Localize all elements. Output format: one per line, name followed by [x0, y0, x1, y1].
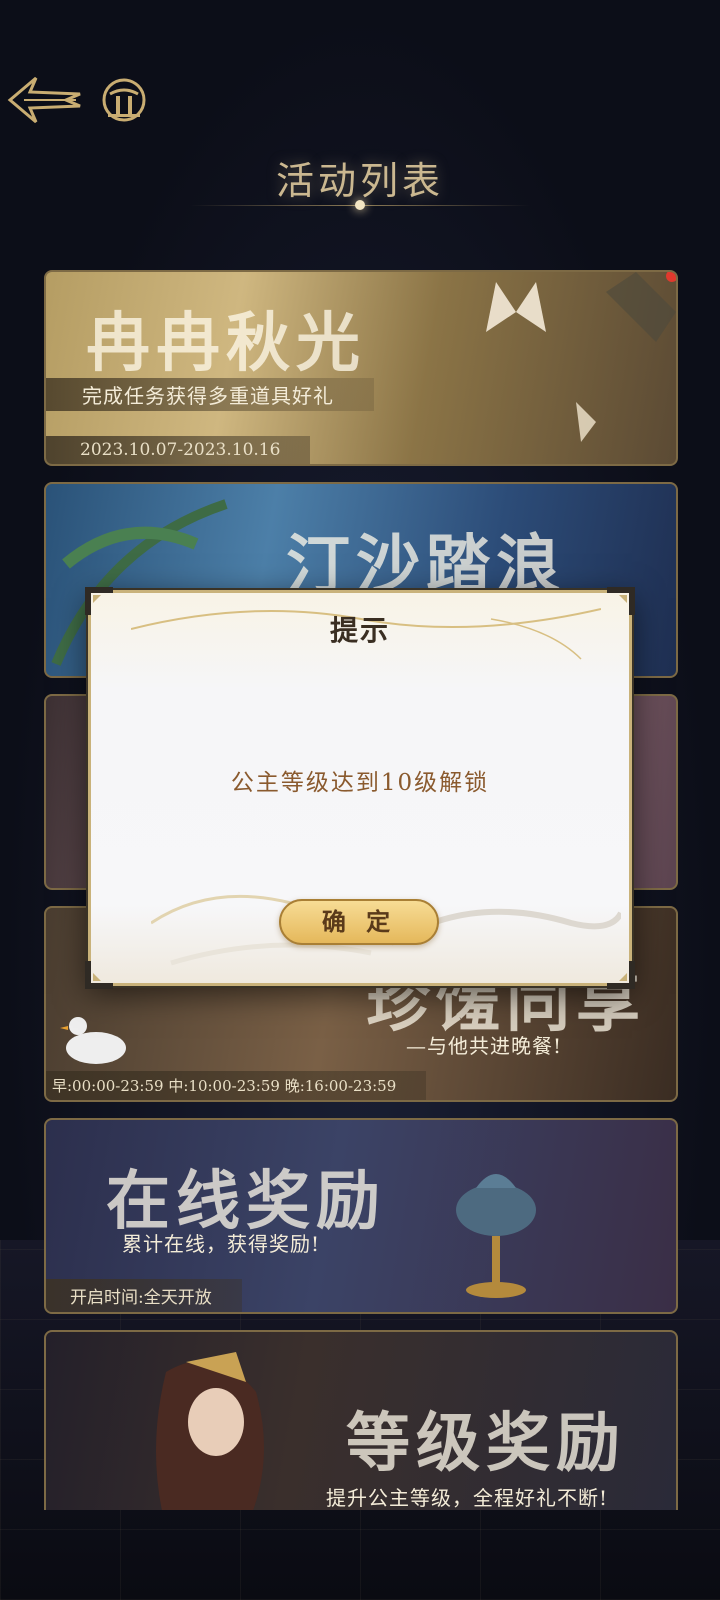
confirm-button[interactable]: 确 定 [279, 899, 439, 945]
dialog-message: 公主等级达到10级解锁 [230, 770, 490, 796]
unlock-tip-dialog: 提示 公主等级达到10级解锁 确 定 [85, 587, 635, 989]
dialog-title: 提示 [329, 614, 390, 647]
corner-ornament-icon [85, 961, 113, 989]
